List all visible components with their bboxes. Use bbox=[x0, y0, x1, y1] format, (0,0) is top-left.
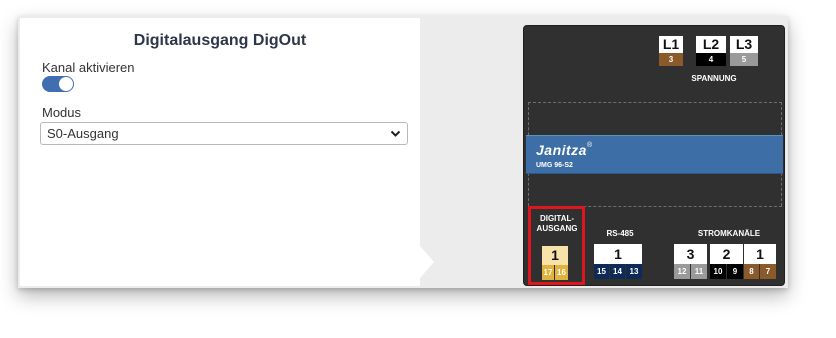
voltage-terminal-l2[interactable]: L2 4 bbox=[696, 36, 726, 66]
rs485-terminal[interactable]: 1 15 14 13 bbox=[594, 244, 642, 279]
current-channels-label: STROMKANÄLE bbox=[697, 229, 761, 238]
terminal-pin: 10 bbox=[710, 264, 726, 279]
terminal-label: 3 bbox=[674, 244, 707, 264]
terminal-pin: 8 bbox=[744, 264, 759, 279]
terminal-pin: 7 bbox=[760, 264, 776, 279]
terminal-label: 1 bbox=[594, 244, 642, 264]
chevron-down-icon bbox=[390, 130, 401, 137]
brand-logo: Janitza® bbox=[536, 142, 593, 158]
terminal-pin: 11 bbox=[691, 264, 707, 279]
current-channel-3-terminal[interactable]: 3 12 11 bbox=[674, 244, 707, 279]
current-channel-1-terminal[interactable]: 1 8 7 bbox=[744, 244, 776, 279]
terminal-pin: 3 bbox=[659, 53, 683, 66]
mode-label: Modus bbox=[42, 105, 82, 120]
terminal-pin: 4 bbox=[696, 53, 726, 66]
terminal-label: 1 bbox=[744, 244, 776, 264]
channel-enable-toggle[interactable] bbox=[42, 76, 74, 92]
model-label: UMG 96-S2 bbox=[536, 162, 573, 169]
terminal-label: L2 bbox=[696, 36, 726, 53]
terminal-pin: 12 bbox=[674, 264, 690, 279]
brand-band: Janitza® UMG 96-S2 bbox=[526, 135, 783, 174]
terminal-pin: 13 bbox=[626, 264, 642, 279]
config-panel: Digitalausgang DigOut Kanal aktivieren M… bbox=[20, 18, 420, 286]
terminal-pin: 15 bbox=[594, 264, 609, 279]
terminal-pin: 14 bbox=[610, 264, 625, 279]
mode-select-value: S0-Ausgang bbox=[47, 126, 119, 141]
channel-enable-label: Kanal aktivieren bbox=[42, 60, 135, 75]
dashed-divider-top bbox=[528, 102, 782, 103]
voltage-terminal-l1[interactable]: L1 3 bbox=[659, 36, 683, 66]
terminal-pin: 9 bbox=[727, 264, 743, 279]
voltage-group-label: SPANNUNG bbox=[691, 74, 737, 83]
terminal-label: L3 bbox=[730, 36, 758, 53]
current-channel-2-terminal[interactable]: 2 10 9 bbox=[710, 244, 743, 279]
terminal-label: 2 bbox=[710, 244, 743, 264]
mode-select[interactable]: S0-Ausgang bbox=[40, 122, 408, 145]
digital-output-highlight bbox=[528, 206, 585, 285]
voltage-terminal-l3[interactable]: L3 5 bbox=[730, 36, 758, 66]
panel-pointer-arrow bbox=[420, 246, 434, 278]
terminal-pin: 5 bbox=[730, 53, 758, 66]
terminal-label: L1 bbox=[659, 36, 683, 53]
panel-title: Digitalausgang DigOut bbox=[133, 32, 307, 49]
toggle-knob bbox=[59, 77, 73, 91]
rs485-label: RS-485 bbox=[606, 229, 634, 238]
